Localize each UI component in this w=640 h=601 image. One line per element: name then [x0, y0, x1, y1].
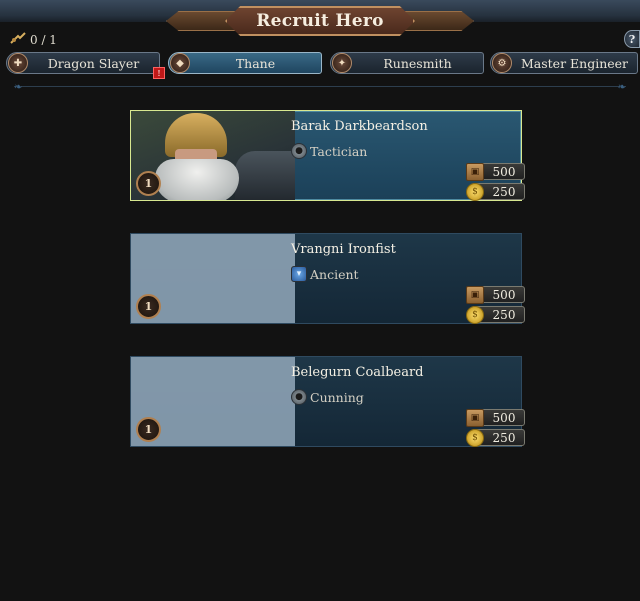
thane-helm-icon: ◆: [170, 53, 190, 73]
gold-coin-icon: $: [466, 428, 484, 447]
hero-trait[interactable]: ▾ Ancient: [291, 266, 359, 282]
tab-label: Runesmith: [383, 55, 452, 71]
rank-badge: 1: [136, 294, 161, 319]
upkeep-cost-value: 500: [492, 287, 516, 302]
help-icon: ?: [628, 32, 636, 46]
gold-coin-icon: $: [466, 305, 484, 324]
upkeep-cost: ▣ 500: [466, 408, 525, 427]
trait-label: Ancient: [310, 266, 359, 282]
tab-master-engineer[interactable]: ⚙ Master Engineer: [490, 52, 638, 74]
page-title: Recruit Hero: [256, 11, 384, 31]
upkeep-cost: ▣ 500: [466, 162, 525, 181]
gold-cost-value: 250: [492, 430, 516, 445]
tactician-icon: ●: [291, 143, 307, 159]
trait-label: Cunning: [310, 389, 364, 405]
gold-cost-value: 250: [492, 307, 516, 322]
engineer-gear-icon: ⚙: [492, 53, 512, 73]
hero-card-barak-darkbeardson[interactable]: 1 Barak Darkbeardson ● Tactician ▣ 500 $…: [130, 110, 525, 201]
tab-label: Master Engineer: [520, 55, 629, 71]
tab-thane[interactable]: ◆ Thane: [168, 52, 322, 74]
slayer-axe-icon: ✚: [8, 53, 28, 73]
cunning-icon: ●: [291, 389, 307, 405]
gold-cost-value: 250: [492, 184, 516, 199]
hero-capacity-value: 0 / 1: [30, 32, 57, 47]
tab-dragon-slayer[interactable]: ✚ Dragon Slayer !: [6, 52, 165, 79]
rune-hammer-icon: ✦: [332, 53, 352, 73]
hero-capacity-counter: 0 / 1: [10, 32, 57, 47]
upkeep-cost-value: 500: [492, 410, 516, 425]
title-banner: Recruit Hero: [166, 4, 474, 38]
hero-name: Barak Darkbeardson: [291, 119, 428, 134]
trait-label: Tactician: [310, 143, 368, 159]
gold-cost: $ 250: [466, 428, 525, 447]
rank-badge: 1: [136, 417, 161, 442]
gold-cost: $ 250: [466, 305, 525, 324]
hero-type-tabs: ✚ Dragon Slayer ! ◆ Thane ✦ Runesmith ⚙ …: [6, 52, 640, 79]
section-divider: ❧ ❧: [14, 82, 626, 93]
treasure-chest-icon: ▣: [466, 408, 484, 427]
tab-label: Dragon Slayer: [47, 55, 140, 71]
treasure-chest-icon: ▣: [466, 162, 484, 181]
tab-label: Thane: [235, 55, 276, 71]
hero-card-belegurn-coalbeard[interactable]: 1 Belegurn Coalbeard ● Cunning ▣ 500 $ 2…: [130, 356, 525, 447]
hero-card-vrangni-ironfist[interactable]: 1 Vrangni Ironfist ▾ Ancient ▣ 500 $ 250: [130, 233, 525, 324]
hero-name: Vrangni Ironfist: [291, 242, 396, 257]
hero-trait[interactable]: ● Cunning: [291, 389, 364, 405]
upkeep-cost-value: 500: [492, 164, 516, 179]
treasure-chest-icon: ▣: [466, 285, 484, 304]
portrait-pauldron: [235, 151, 295, 200]
hero-name: Belegurn Coalbeard: [291, 365, 424, 380]
gold-cost: $ 250: [466, 182, 525, 201]
rank-badge: 1: [136, 171, 161, 196]
gold-coin-icon: $: [466, 182, 484, 201]
ornament-left-icon: ❧: [14, 82, 23, 93]
title-plate: Recruit Hero: [225, 6, 415, 36]
ornament-right-icon: ❧: [617, 82, 626, 93]
hero-trait[interactable]: ● Tactician: [291, 143, 367, 159]
help-button[interactable]: ?: [624, 30, 640, 48]
ancient-icon: ▾: [291, 266, 307, 282]
upkeep-cost: ▣ 500: [466, 285, 525, 304]
portrait-beard: [155, 159, 239, 200]
tab-runesmith[interactable]: ✦ Runesmith: [330, 52, 484, 74]
hero-cap-icon: [10, 32, 26, 47]
alert-icon: !: [153, 67, 165, 79]
